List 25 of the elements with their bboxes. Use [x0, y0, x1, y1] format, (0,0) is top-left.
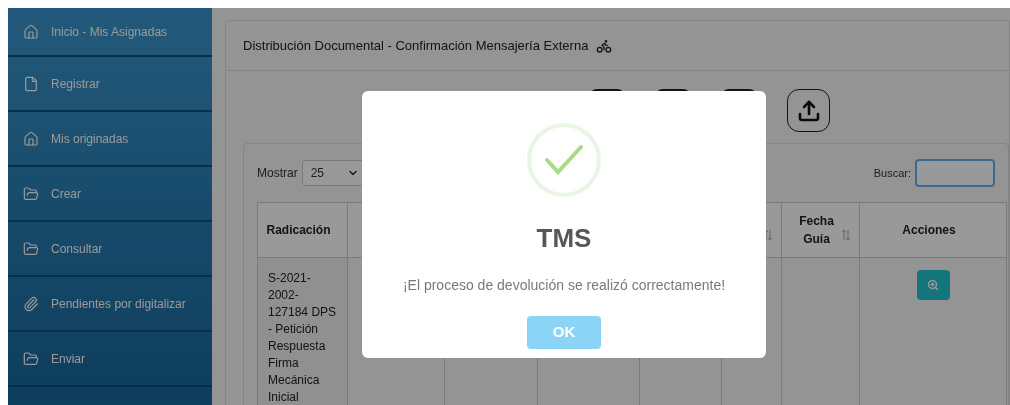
upload-icon	[796, 98, 821, 123]
dialog-title: TMS	[536, 222, 592, 255]
zoom-icon	[927, 279, 939, 291]
column-header: Acciones	[859, 202, 1007, 258]
sort-icon	[763, 229, 773, 241]
view-button[interactable]	[916, 270, 950, 300]
upload-button[interactable]	[787, 89, 830, 132]
dialog-message: ¡El proceso de devolución se realizó correctamente!	[402, 276, 726, 295]
home-icon	[23, 23, 39, 40]
check-icon	[526, 122, 602, 198]
folder-icon	[23, 240, 39, 257]
home-icon	[23, 130, 39, 147]
panel-title: Distribución Documental - Confirmación Mensajería Externa	[243, 36, 589, 55]
paperclip-icon	[23, 295, 39, 312]
sort-icon	[841, 229, 851, 241]
search-label: Buscar:	[873, 165, 911, 181]
column-header[interactable]: Fecha Guía	[781, 202, 860, 258]
table-cell: S-2021-2002-127184 DPS - Petición Respuesta Firma Mecánica Inicial	[268, 270, 337, 405]
motorbike-icon	[596, 37, 613, 54]
search-field[interactable]	[915, 159, 995, 187]
folder-icon	[23, 185, 39, 202]
file-icon	[23, 75, 39, 92]
length-label: Mostrar	[257, 165, 298, 182]
folder-icon	[23, 350, 39, 367]
column-header: Radicación	[257, 202, 348, 258]
